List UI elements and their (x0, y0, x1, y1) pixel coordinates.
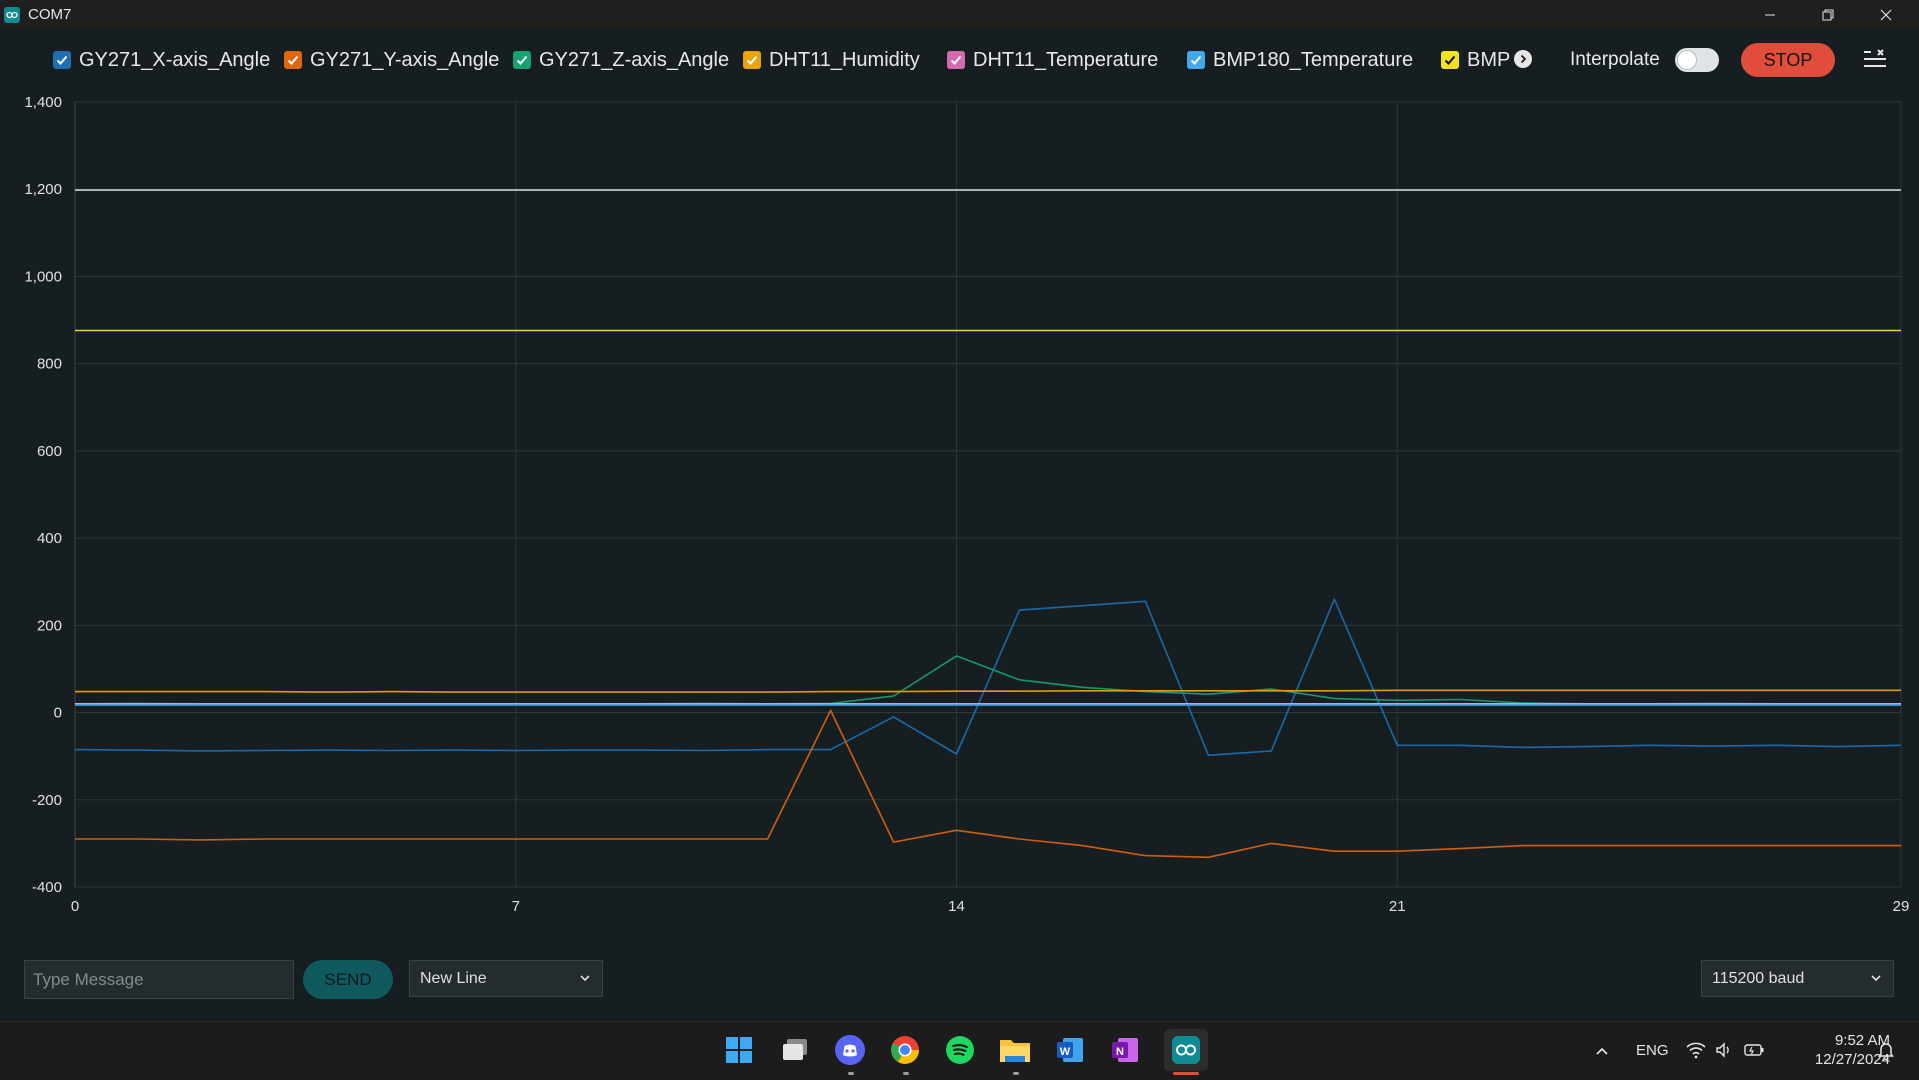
legend-label: DHT11_Temperature (973, 48, 1159, 71)
checkbox-icon[interactable] (284, 51, 302, 69)
legend-item-gy271-y[interactable]: GY271_Y-axis_Angle (284, 49, 499, 71)
arduino-taskbar-icon[interactable] (1164, 1029, 1208, 1071)
x-tick-label: 7 (512, 898, 520, 915)
checkbox-icon[interactable] (1187, 51, 1205, 69)
restore-icon (1822, 9, 1834, 20)
series-line-2 (74, 655, 1901, 705)
wifi-icon[interactable] (1686, 1041, 1706, 1059)
language-indicator[interactable]: ENG (1636, 1042, 1669, 1059)
discord-icon[interactable] (833, 1033, 867, 1067)
chevron-up-icon[interactable] (1595, 1044, 1609, 1058)
checkbox-icon[interactable] (53, 51, 71, 69)
clock-time: 9:52 AM (1834, 1032, 1890, 1049)
baud-rate-value: 115200 baud (1712, 969, 1805, 987)
x-tick-label: 21 (1389, 898, 1406, 915)
legend-label: DHT11_Humidity (769, 48, 920, 71)
legend-label: BMP (1467, 48, 1511, 71)
legend-item-dht11-temperature[interactable]: DHT11_Temperature (947, 49, 1158, 71)
legend-item-dht11-humidity[interactable]: DHT11_Humidity (743, 49, 920, 71)
close-button[interactable] (1857, 0, 1915, 29)
legend-label: GY271_Z-axis_Angle (539, 48, 730, 71)
taskbar: W N ENG 9:52 AM 12/27/2024 (0, 1021, 1919, 1080)
notification-icon[interactable] (1876, 1040, 1896, 1060)
legend-label: GY271_X-axis_Angle (79, 48, 271, 71)
spotify-icon[interactable] (943, 1033, 977, 1067)
checkbox-icon[interactable] (947, 51, 965, 69)
legend-item-bmp[interactable]: BMP (1441, 49, 1510, 71)
message-input[interactable] (24, 960, 294, 999)
baud-rate-select[interactable]: 115200 baud (1701, 960, 1894, 997)
title-bar: COM7 (0, 0, 1919, 29)
clock[interactable]: 9:52 AM 12/27/2024 (1790, 1031, 1890, 1069)
svg-text:W: W (1060, 1046, 1071, 1058)
y-tick-label: 200 (37, 617, 62, 634)
minimize-icon (1765, 14, 1775, 15)
legend-item-gy271-z[interactable]: GY271_Z-axis_Angle (513, 49, 729, 71)
series-line-0 (74, 598, 1902, 757)
chevron-down-icon (580, 975, 590, 982)
battery-icon[interactable] (1743, 1042, 1765, 1058)
legend-scroll-right-button[interactable] (1514, 50, 1532, 68)
y-tick-label: 1,200 (24, 181, 62, 198)
y-tick-label: 1,000 (24, 268, 62, 285)
file-explorer-icon[interactable] (998, 1033, 1032, 1067)
legend-item-bmp180-temperature[interactable]: BMP180_Temperature (1187, 49, 1413, 71)
interpolate-label: Interpolate (1570, 49, 1660, 70)
toggle-knob (1678, 51, 1696, 69)
x-tick-label: 0 (71, 898, 79, 915)
volume-icon[interactable] (1715, 1041, 1733, 1059)
legend-label: GY271_Y-axis_Angle (310, 48, 500, 71)
onenote-icon[interactable]: N (1108, 1033, 1142, 1067)
window-title: COM7 (28, 6, 72, 23)
checkbox-icon[interactable] (1441, 51, 1459, 69)
interpolate-toggle[interactable] (1675, 48, 1719, 72)
word-icon[interactable]: W (1053, 1033, 1087, 1067)
start-icon[interactable] (722, 1033, 756, 1067)
series-line-3 (75, 689, 1901, 693)
chart-grid (74, 101, 1902, 888)
clear-menu-icon[interactable] (1862, 48, 1888, 72)
y-tick-label: 800 (37, 356, 62, 373)
arduino-icon (4, 6, 20, 23)
plot-chart: 1,400 1,200 1,000 800 600 400 200 0 -200 -400 0 7 14… (24, 94, 1909, 915)
y-tick-label: 600 (37, 443, 62, 460)
stop-button[interactable]: STOP (1741, 43, 1835, 77)
y-tick-label: 1,400 (24, 94, 62, 111)
clock-date: 12/27/2024 (1814, 1051, 1890, 1068)
y-tick-label: -200 (32, 792, 62, 809)
chrome-icon[interactable] (888, 1033, 922, 1067)
series-line-1 (75, 709, 1901, 859)
send-button[interactable]: SEND (303, 960, 393, 999)
checkbox-icon[interactable] (513, 51, 531, 69)
task-view-icon[interactable] (778, 1033, 812, 1067)
svg-text:N: N (1116, 1046, 1124, 1058)
chevron-right-icon (1520, 54, 1527, 64)
legend-item-gy271-x[interactable]: GY271_X-axis_Angle (53, 49, 270, 71)
y-tick-label: -400 (32, 879, 62, 896)
x-tick-label: 29 (1893, 898, 1910, 915)
x-tick-label: 14 (948, 898, 965, 915)
chevron-down-icon (1871, 975, 1881, 982)
chart-tick-labels: 1,400 1,200 1,000 800 600 400 200 0 -200 -400 0 7 14… (24, 94, 1909, 915)
line-ending-value: New Line (420, 969, 487, 987)
minimize-button[interactable] (1741, 0, 1799, 29)
y-tick-label: 400 (37, 530, 62, 547)
restore-button[interactable] (1799, 0, 1857, 29)
close-icon (1880, 9, 1892, 20)
y-tick-label: 0 (54, 705, 62, 722)
line-ending-select[interactable]: New Line (409, 960, 603, 997)
legend-label: BMP180_Temperature (1213, 48, 1414, 71)
checkbox-icon[interactable] (743, 51, 761, 69)
chart-series (74, 189, 1902, 859)
